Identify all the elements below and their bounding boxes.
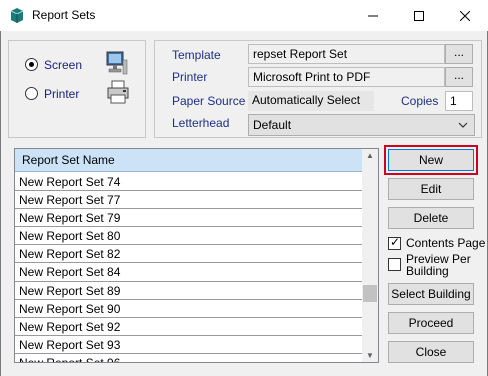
list-scrollbar[interactable]: ▲ ▼ [362, 149, 378, 362]
list-item[interactable]: New Report Set 96 [15, 354, 364, 362]
close-button[interactable]: Close [388, 341, 474, 363]
list-item[interactable]: New Report Set 84 [15, 263, 364, 282]
list-item[interactable]: New Report Set 80 [15, 227, 364, 246]
scroll-down-icon[interactable]: ▼ [362, 351, 378, 360]
copies-field[interactable]: 1 [445, 91, 473, 111]
list-item[interactable]: New Report Set 74 [15, 173, 364, 192]
select-building-button[interactable]: Select Building [388, 283, 474, 305]
scroll-up-icon[interactable]: ▲ [362, 151, 378, 160]
letterhead-value: Default [253, 118, 292, 132]
close-window-button[interactable] [442, 0, 488, 31]
template-browse-button[interactable]: ... [445, 44, 473, 64]
list-item[interactable]: New Report Set 77 [15, 191, 364, 210]
printer-label: Printer [172, 70, 208, 84]
copies-label: Copies [401, 94, 439, 108]
letterhead-select[interactable]: Default [248, 114, 475, 136]
letterhead-label: Letterhead [172, 116, 230, 130]
close-icon [460, 10, 470, 21]
printer-radio[interactable] [25, 87, 38, 100]
contents-page-label[interactable]: Contents Page [406, 237, 485, 249]
chevron-down-icon [458, 122, 468, 128]
maximize-icon [414, 10, 424, 21]
screen-radio[interactable] [25, 58, 38, 71]
proceed-button[interactable]: Proceed [388, 312, 474, 334]
minimize-button[interactable] [350, 0, 396, 31]
report-set-list[interactable]: Report Set Name New Report Set 74 New Re… [14, 148, 379, 363]
monitor-icon [106, 51, 128, 75]
printer-icon [107, 80, 129, 104]
report-set-name-column-header[interactable]: Report Set Name [15, 149, 364, 172]
paper-source-field[interactable]: Automatically Select [248, 91, 374, 111]
template-field[interactable]: repset Report Set [248, 44, 445, 64]
scrollbar-thumb[interactable] [363, 285, 377, 302]
list-item[interactable]: New Report Set 89 [15, 282, 364, 300]
preview-per-building-label[interactable]: Preview Per Building [406, 253, 471, 277]
printer-browse-button[interactable]: ... [445, 67, 473, 87]
edit-button[interactable]: Edit [388, 178, 474, 200]
app-icon [10, 8, 24, 23]
list-item[interactable]: New Report Set 90 [15, 300, 364, 318]
list-item[interactable]: New Report Set 79 [15, 209, 364, 228]
new-button[interactable]: New [384, 145, 478, 175]
screen-radio-label[interactable]: Screen [44, 58, 82, 72]
contents-page-checkbox[interactable] [388, 235, 401, 250]
printer-radio-label[interactable]: Printer [44, 87, 79, 101]
report-set-rows: New Report Set 74 New Report Set 77 New … [15, 173, 364, 362]
window-title: Report Sets [32, 8, 96, 22]
paper-source-label: Paper Source [172, 94, 246, 108]
printer-field[interactable]: Microsoft Print to PDF [248, 67, 445, 87]
list-item[interactable]: New Report Set 82 [15, 245, 364, 264]
template-label: Template [172, 48, 221, 62]
title-bar: Report Sets [0, 0, 488, 31]
preview-per-building-checkbox[interactable] [388, 258, 401, 271]
delete-button[interactable]: Delete [388, 207, 474, 229]
minimize-icon [368, 15, 378, 16]
list-item[interactable]: New Report Set 93 [15, 336, 364, 354]
maximize-button[interactable] [396, 0, 442, 31]
list-item[interactable]: New Report Set 92 [15, 318, 364, 336]
